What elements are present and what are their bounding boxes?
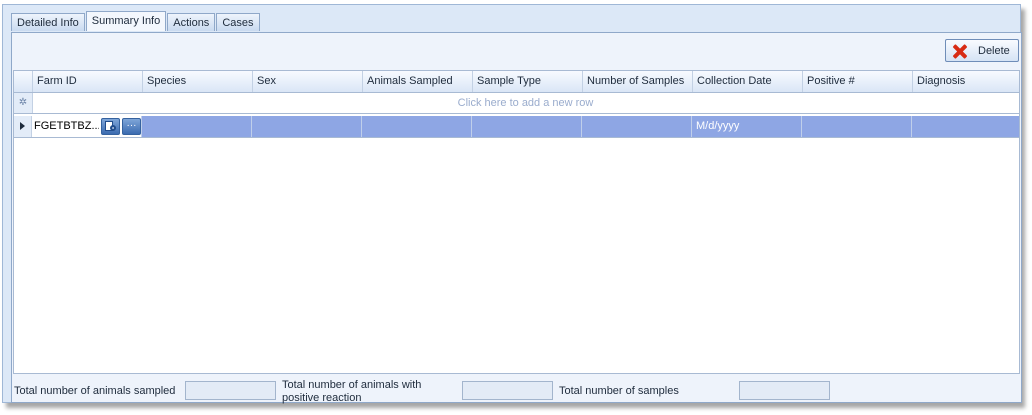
grid-header: Farm ID Species Sex Animals Sampled Samp… <box>14 71 1019 93</box>
totals-footer: Total number of animals sampled Total nu… <box>12 376 1021 404</box>
column-header-animals-sampled[interactable]: Animals Sampled <box>363 71 473 92</box>
header-row-indicator <box>14 71 33 92</box>
tab-summary-info[interactable]: Summary Info <box>85 11 167 31</box>
table-row[interactable]: FGETBTBZ... ··· M/d/yyyy <box>14 116 1019 138</box>
column-header-diagnosis[interactable]: Diagnosis <box>913 71 1011 92</box>
column-header-collection-date[interactable]: Collection Date <box>693 71 803 92</box>
animals-sampled-label: Total number of animals sampled <box>14 385 176 397</box>
ellipsis-button[interactable]: ··· <box>122 118 141 135</box>
search-icon[interactable] <box>101 118 120 135</box>
positive-reaction-total-field <box>462 381 553 400</box>
summary-panel: Delete Farm ID Species Sex Animals Sampl… <box>11 32 1022 404</box>
diagnosis-cell[interactable] <box>912 116 1010 137</box>
delete-icon <box>952 44 966 58</box>
number-of-samples-cell[interactable] <box>582 116 692 137</box>
column-header-farm-id[interactable]: Farm ID <box>33 71 143 92</box>
new-row[interactable]: ✲ Click here to add a new row <box>14 93 1019 114</box>
tab-strip: Detailed Info Summary Info Actions Cases <box>11 11 261 32</box>
column-header-species[interactable]: Species <box>143 71 253 92</box>
delete-button[interactable]: Delete <box>945 39 1019 62</box>
tab-cases[interactable]: Cases <box>216 13 260 31</box>
tab-actions[interactable]: Actions <box>167 13 216 31</box>
sample-type-cell[interactable] <box>472 116 582 137</box>
summary-grid: Farm ID Species Sex Animals Sampled Samp… <box>13 70 1020 374</box>
new-row-prompt[interactable]: Click here to add a new row <box>32 93 1019 113</box>
window-frame: Detailed Info Summary Info Actions Cases… <box>2 4 1022 404</box>
sex-cell[interactable] <box>252 116 362 137</box>
samples-total-field <box>739 381 830 400</box>
column-header-sample-type[interactable]: Sample Type <box>473 71 583 92</box>
samples-label: Total number of samples <box>559 385 679 397</box>
toolbar: Delete <box>12 33 1021 69</box>
species-cell[interactable] <box>142 116 252 137</box>
delete-button-label: Delete <box>978 44 1010 57</box>
new-row-icon: ✲ <box>14 93 33 113</box>
column-header-number-of-samples[interactable]: Number of Samples <box>583 71 693 92</box>
column-header-positive[interactable]: Positive # <box>803 71 913 92</box>
column-header-sex[interactable]: Sex <box>253 71 363 92</box>
tab-detailed-info[interactable]: Detailed Info <box>11 13 85 31</box>
animals-sampled-total-field <box>185 381 276 400</box>
positive-cell[interactable] <box>802 116 912 137</box>
animals-sampled-cell[interactable] <box>362 116 472 137</box>
farm-id-cell[interactable]: FGETBTBZ... ··· <box>32 116 142 137</box>
positive-reaction-label: Total number of animals with positive re… <box>282 379 422 404</box>
collection-date-cell[interactable]: M/d/yyyy <box>692 116 802 137</box>
row-indicator-arrow-icon <box>14 116 32 137</box>
farm-id-value: FGETBTBZ... <box>34 120 99 132</box>
